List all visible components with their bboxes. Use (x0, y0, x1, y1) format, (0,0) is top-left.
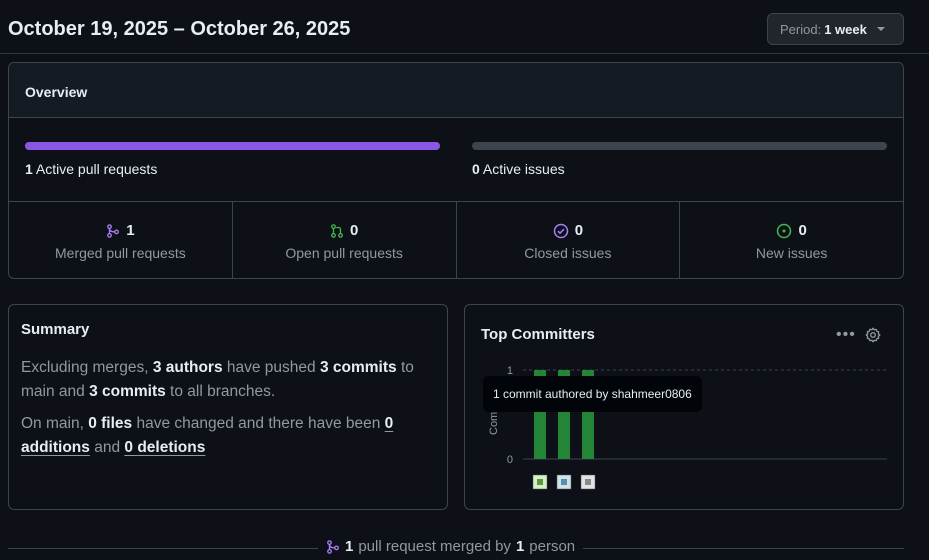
stat-closed-issues[interactable]: 0 Closed issues (457, 202, 681, 278)
avatar-pattern (585, 479, 591, 485)
pull-request-icon (331, 223, 343, 238)
main-commits-count: 3 commits (319, 359, 397, 376)
merge-icon (327, 539, 339, 554)
overview-panel: Overview 1 Active pull requests 0 Active… (8, 62, 904, 279)
active-prs-label: Active pull requests (35, 161, 158, 177)
files-count: 0 files (88, 415, 133, 432)
stat-count: 1 (126, 222, 135, 239)
additions-count: 0 (384, 415, 394, 432)
active-issues-label: Active issues (482, 161, 565, 177)
summary-text: On main, (21, 415, 89, 432)
person-count: 1 (515, 538, 525, 555)
stat-count: 0 (574, 222, 584, 239)
stat-label: New issues (755, 245, 828, 261)
stat-merged-prs[interactable]: 1 Merged pull requests (9, 202, 233, 278)
stat-count: 0 (798, 222, 807, 239)
active-issues-link[interactable]: 0 Active issues (472, 161, 565, 177)
stat-label: Merged pull requests (55, 245, 186, 261)
active-issues-bar (472, 142, 887, 150)
overview-bars: 1 Active pull requests 0 Active issues (9, 118, 903, 202)
period-label: Period: (780, 21, 822, 37)
deletions-link[interactable]: 0 deletions (124, 439, 205, 456)
chart-y-tick: 0 (507, 454, 513, 466)
stat-open-prs[interactable]: 0 Open pull requests (233, 202, 457, 278)
summary-commits-text: Excluding merges, 3 authors have pushed … (21, 356, 435, 404)
issue-closed-icon (553, 223, 568, 238)
footer-text: person (529, 538, 576, 555)
chart-tooltip: 1 commit authored by shahmeer0806 (483, 376, 702, 412)
deletions-count: 0 (124, 439, 133, 456)
header: October 19, 2025 – October 26, 2025 Peri… (0, 0, 929, 54)
active-issues-count: 0 (472, 161, 480, 177)
additions-word: additions (21, 439, 90, 456)
footer-summary: 1 pull request merged by 1 person (318, 538, 584, 555)
active-prs-bar-fill (25, 142, 440, 150)
summary-text: and (89, 439, 125, 456)
summary-changes-text: On main, 0 files have changed and there … (21, 412, 435, 460)
merge-icon (107, 223, 120, 238)
caret-down-icon (876, 27, 885, 31)
avatar-pattern (561, 479, 567, 485)
all-commits-count: 3 commits (89, 383, 166, 400)
top-committers-panel: Top Committers ••• 0 1 Com 1 commit author… (464, 304, 904, 510)
active-prs-bar (25, 142, 440, 150)
page-title: October 19, 2025 – October 26, 2025 (8, 18, 351, 40)
summary-panel: Summary Excluding merges, 3 authors have… (8, 304, 448, 510)
overview-stats: 1 Merged pull requests 0 Open pull reque… (9, 202, 903, 278)
stat-new-issues[interactable]: 0 New issues (680, 202, 903, 278)
stat-label: Open pull requests (285, 245, 403, 261)
summary-text: to all branches. (165, 383, 276, 400)
summary-title: Summary (21, 321, 90, 338)
stat-count: 0 (349, 222, 359, 239)
footer-text: pull request merged by (358, 538, 511, 555)
summary-text: have pushed (222, 359, 320, 376)
summary-text: Excluding merges, (21, 359, 153, 376)
avatar-pattern (537, 479, 543, 485)
issue-opened-icon (777, 223, 792, 238)
overview-title: Overview (9, 63, 903, 118)
deletions-word: deletions (137, 439, 206, 456)
summary-text: have changed and there have been (132, 415, 385, 432)
active-prs-count: 1 (25, 161, 33, 177)
period-select-button[interactable]: Period: 1 week (767, 13, 904, 45)
active-prs-link[interactable]: 1 Active pull requests (25, 161, 157, 177)
stat-label: Closed issues (524, 245, 612, 261)
authors-count: 3 authors (152, 359, 223, 376)
period-value: 1 week (824, 21, 867, 37)
merged-pr-count: 1 (345, 538, 354, 555)
chart-y-label: Com (488, 412, 500, 435)
